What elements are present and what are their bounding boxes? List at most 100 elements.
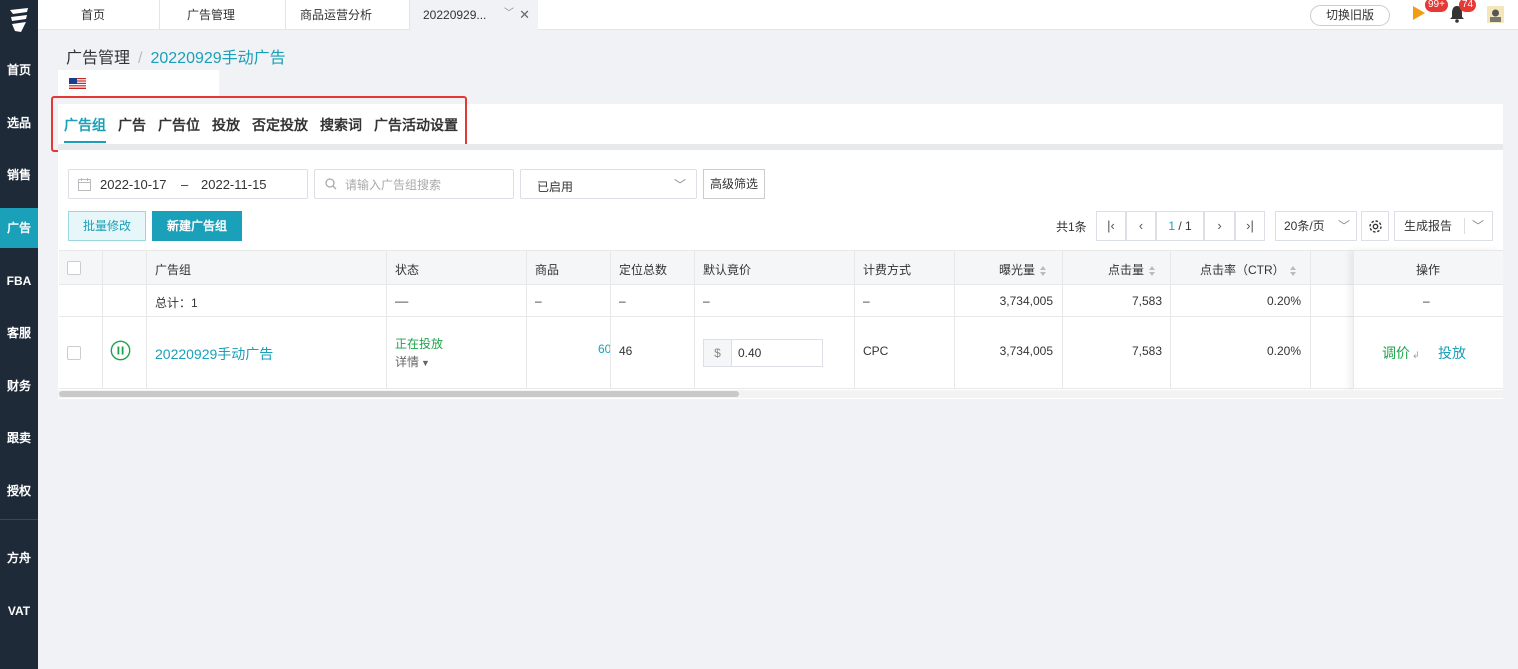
sidebar-item-auth[interactable]: 授权 — [0, 471, 38, 511]
tab-label: 商品运营分析 — [300, 8, 373, 22]
search-input[interactable] — [345, 176, 505, 194]
close-icon[interactable]: ✕ — [519, 0, 530, 30]
us-flag-icon — [69, 78, 86, 89]
last-page-button[interactable]: ›| — [1235, 211, 1265, 241]
column-divider — [854, 250, 855, 389]
column-divider — [954, 250, 955, 389]
currency-symbol: $ — [704, 340, 732, 366]
first-page-button[interactable]: |‹ — [1096, 211, 1126, 241]
header-ctr-label: 点击率（CTR） — [1200, 263, 1285, 277]
sort-icon[interactable] — [1039, 265, 1047, 277]
breadcrumb-parent[interactable]: 广告管理 — [66, 50, 130, 67]
date-range-picker[interactable]: 2022-10-17 – 2022-11-15 — [68, 169, 308, 199]
marketplace-tab-us[interactable] — [58, 70, 219, 97]
chevron-down-icon[interactable]: ﹀ — [1472, 212, 1484, 240]
header-impressions[interactable]: 曝光量 — [999, 261, 1047, 278]
default-bid-field[interactable]: $ — [703, 339, 823, 367]
breadcrumb-separator: / — [138, 50, 143, 67]
batch-edit-button[interactable]: 批量修改 — [68, 211, 146, 241]
total-count: 共1条 — [1056, 220, 1087, 234]
column-settings-button[interactable] — [1361, 211, 1389, 241]
impressions-value: 3,734,005 — [999, 344, 1053, 358]
sort-icon[interactable] — [1289, 265, 1297, 277]
pause-icon[interactable] — [110, 340, 131, 361]
adjust-bid-link[interactable]: 调价 ↲ — [1382, 343, 1420, 363]
current-page: 1 — [1168, 219, 1175, 233]
sidebar-item-home[interactable]: 首页 — [0, 50, 38, 90]
chevron-down-icon: ﹀ — [1337, 219, 1350, 233]
status-select-value: 已启用 — [537, 180, 574, 194]
tab-ad-management[interactable]: 广告管理 — [160, 0, 286, 30]
column-divider — [1170, 250, 1171, 389]
page-indicator[interactable]: 1 / 1 — [1156, 211, 1204, 241]
logo-icon — [10, 8, 28, 32]
report-label: 生成报告 — [1404, 219, 1453, 233]
column-divider — [610, 250, 611, 389]
row-checkbox[interactable] — [67, 346, 81, 360]
sidebar-item-finance[interactable]: 财务 — [0, 366, 38, 406]
horizontal-scrollbar[interactable] — [58, 390, 1503, 398]
column-divider — [1310, 250, 1311, 389]
sidebar-item-vat[interactable]: VAT — [0, 591, 38, 631]
avatar[interactable] — [1487, 6, 1504, 23]
header-targets: 定位总数 — [619, 263, 668, 277]
column-divider — [102, 250, 103, 389]
summary-row: 总计：1 –– – – – – 3,734,005 7,583 0.20% — [59, 285, 1502, 317]
subtab-targeting[interactable]: 投放 — [212, 115, 240, 135]
date-end: 2022-11-15 — [201, 177, 267, 192]
chevron-left-icon: ‹ — [1138, 218, 1144, 233]
flag-badge: 99+ — [1425, 0, 1448, 12]
column-divider — [1062, 250, 1063, 389]
chevron-down-icon: ﹀ — [673, 178, 686, 192]
sidebar-item-ads[interactable]: 广告 — [0, 208, 38, 248]
sidebar-item-selection[interactable]: 选品 — [0, 103, 38, 143]
switch-old-version-button[interactable]: 切换旧版 — [1310, 5, 1390, 26]
sidebar-divider — [0, 519, 38, 520]
date-start: 2022-10-17 — [100, 177, 167, 192]
page-size-select[interactable]: 20条/页 ﹀ — [1275, 211, 1357, 241]
sidebar-item-fba[interactable]: FBA — [0, 261, 38, 301]
caret-down-icon: ▼ — [421, 358, 430, 368]
subtab-placements[interactable]: 广告位 — [158, 115, 200, 135]
ad-group-name-link[interactable]: 20220929手动广告 — [155, 344, 273, 364]
subtab-ads[interactable]: 广告 — [118, 115, 146, 135]
prev-page-button[interactable]: ‹ — [1126, 211, 1156, 241]
sidebar-item-sales[interactable]: 销售 — [0, 155, 38, 195]
search-field[interactable] — [314, 169, 514, 199]
scrollbar-thumb[interactable] — [59, 391, 739, 397]
targeting-link[interactable]: 投放 — [1438, 343, 1466, 363]
column-divider — [1353, 250, 1354, 389]
subtab-ad-groups[interactable]: 广告组 — [64, 115, 106, 135]
product-count-link[interactable]: 60 — [598, 342, 610, 356]
sidebar-item-service[interactable]: 客服 — [0, 313, 38, 353]
sidebar-item-follow[interactable]: 跟卖 — [0, 418, 38, 458]
sidebar-item-ark[interactable]: 方舟 — [0, 538, 38, 578]
tab-product-analysis[interactable]: 商品运营分析 — [286, 0, 410, 30]
summary-targets: – — [619, 294, 626, 308]
summary-label: 总计：1 — [155, 296, 198, 310]
status-select[interactable]: 已启用 ﹀ — [520, 169, 697, 199]
chevron-right-icon: › — [1217, 218, 1222, 233]
subtab-negative-targeting[interactable]: 否定投放 — [252, 115, 308, 135]
tab-current-campaign[interactable]: 20220929... ﹀ ✕ — [410, 0, 538, 30]
next-page-button[interactable]: › — [1204, 211, 1235, 241]
header-billing: 计费方式 — [863, 263, 912, 277]
advanced-filter-button[interactable]: 高级筛选 — [703, 169, 765, 199]
chevron-down-icon[interactable]: ﹀ — [504, 0, 514, 29]
header-ctr[interactable]: 点击率（CTR） — [1200, 261, 1297, 278]
select-all-checkbox[interactable] — [67, 261, 81, 275]
tab-home[interactable]: 首页 — [38, 0, 160, 30]
generate-report-button[interactable]: 生成报告 ﹀ — [1394, 211, 1493, 241]
search-icon — [325, 178, 337, 190]
header-clicks[interactable]: 点击量 — [1108, 261, 1156, 278]
sort-icon[interactable] — [1148, 265, 1156, 277]
header-clicks-label: 点击量 — [1108, 263, 1145, 277]
header-product: 商品 — [535, 263, 560, 277]
subtab-search-terms[interactable]: 搜索词 — [320, 115, 362, 135]
bid-input[interactable] — [738, 345, 818, 361]
column-divider — [386, 250, 387, 389]
new-ad-group-button[interactable]: 新建广告组 — [152, 211, 242, 241]
subtab-campaign-settings[interactable]: 广告活动设置 — [374, 115, 458, 135]
status-detail-toggle[interactable]: 详情 ▼ — [395, 353, 430, 370]
ops-row-cell: 调价 ↲ 投放 — [1353, 317, 1503, 389]
